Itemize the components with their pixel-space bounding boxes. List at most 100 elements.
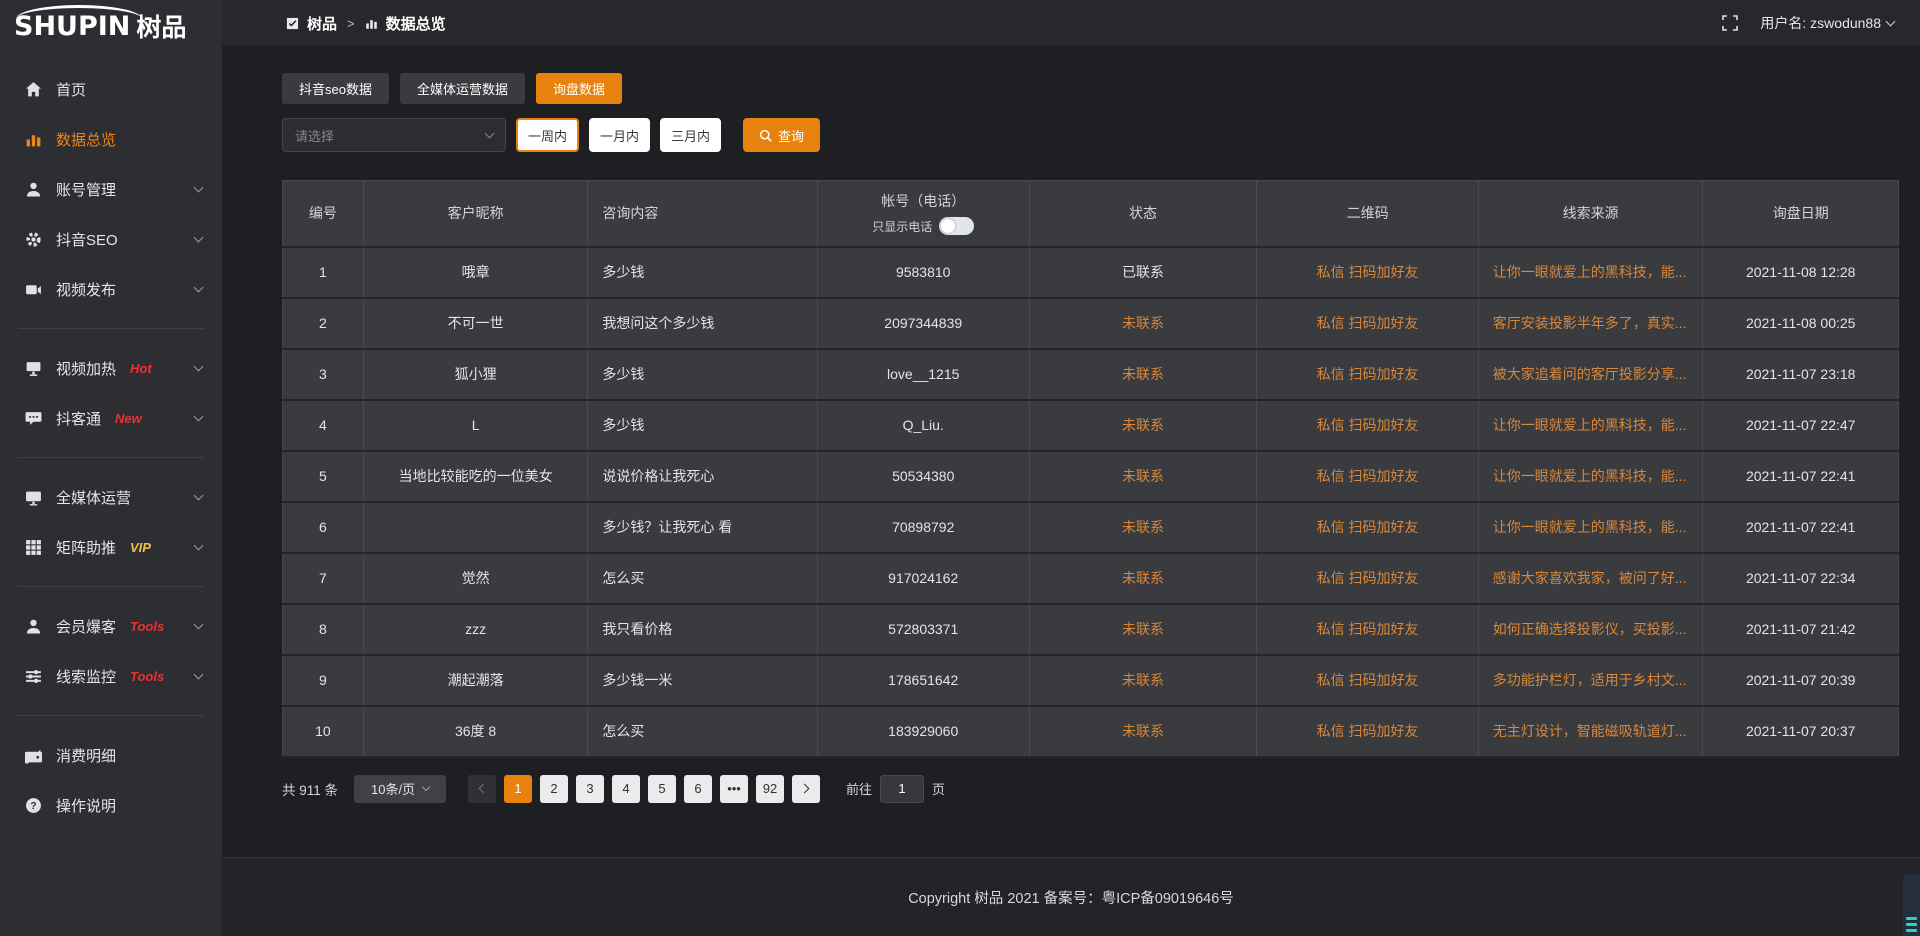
sidebar-item-label: 抖客通 [56, 408, 101, 429]
cell-source-link[interactable]: 让你一眼就爱上的黑科技，能... [1478, 247, 1703, 298]
cell-qrcode-links[interactable]: 私信 扫码加好友 [1257, 451, 1478, 502]
cell-date: 2021-11-07 20:37 [1703, 706, 1899, 757]
cell-content: 说说价格让我死心 [588, 451, 817, 502]
sidebar-item-label: 矩阵助推 [56, 537, 116, 558]
cell-account: 178651642 [817, 655, 1029, 706]
sidebar-item-label: 全媒体运营 [56, 487, 131, 508]
cell-date: 2021-11-07 20:39 [1703, 655, 1899, 706]
table-row: 4 L 多少钱 Q_Liu. 未联系 私信 扫码加好友 让你一眼就爱上的黑科技，… [283, 400, 1899, 451]
page-ellipsis[interactable]: ••• [720, 775, 748, 803]
cell-id: 3 [283, 349, 364, 400]
table-row: 2 不可一世 我想问这个多少钱 2097344839 未联系 私信 扫码加好友 … [283, 298, 1899, 349]
cell-qrcode-links[interactable]: 私信 扫码加好友 [1257, 502, 1478, 553]
cell-qrcode-links[interactable]: 私信 扫码加好友 [1257, 349, 1478, 400]
page-button-6[interactable]: 6 [684, 775, 712, 803]
sidebar-item-label: 线索监控 [56, 666, 116, 687]
period-week-button[interactable]: 一周内 [516, 118, 579, 152]
cell-source-link[interactable]: 让你一眼就爱上的黑科技，能... [1478, 451, 1703, 502]
page-button-3[interactable]: 3 [576, 775, 604, 803]
col-header-source: 线索来源 [1478, 181, 1703, 247]
tab-douyin-seo-data[interactable]: 抖音seo数据 [282, 73, 389, 104]
col-header-qrcode: 二维码 [1257, 181, 1478, 247]
sidebar-item-matrix-boost[interactable]: 矩阵助推 VIP [0, 522, 222, 572]
breadcrumb-root[interactable]: 树品 [307, 13, 337, 34]
breadcrumb-root-icon [286, 17, 299, 30]
chevron-down-icon [194, 233, 204, 243]
prev-page-button[interactable] [468, 775, 496, 803]
period-month-button[interactable]: 一月内 [589, 118, 650, 152]
tab-inquiry-data[interactable]: 询盘数据 [536, 73, 622, 104]
phone-only-toggle[interactable] [939, 217, 974, 235]
cell-date: 2021-11-07 22:34 [1703, 553, 1899, 604]
user-menu[interactable]: 用户名: zswodun88 [1760, 13, 1894, 33]
query-button[interactable]: 查询 [743, 118, 820, 152]
table-row: 5 当地比较能吃的一位美女 说说价格让我死心 50534380 未联系 私信 扫… [283, 451, 1899, 502]
username-label: 用户名: zswodun88 [1760, 13, 1881, 33]
cell-qrcode-links[interactable]: 私信 扫码加好友 [1257, 604, 1478, 655]
chat-bubble-icon [24, 409, 42, 427]
sidebar-item-video-heat[interactable]: 视频加热 Hot [0, 343, 222, 393]
sidebar-item-label: 消费明细 [56, 745, 116, 766]
sidebar-item-home[interactable]: 首页 [0, 64, 222, 114]
page-button-1[interactable]: 1 [504, 775, 532, 803]
cell-qrcode-links[interactable]: 私信 扫码加好友 [1257, 553, 1478, 604]
table-row: 7 觉然 怎么买 917024162 未联系 私信 扫码加好友 感谢大家喜欢我家… [283, 553, 1899, 604]
footer: Copyright 树品 2021 备案号：粤ICP备09019646号 [222, 857, 1920, 936]
cell-source-link[interactable]: 让你一眼就爱上的黑科技，能... [1478, 400, 1703, 451]
sidebar-item-lead-monitor[interactable]: 线索监控 Tools [0, 651, 222, 701]
svg-text:?: ? [30, 801, 36, 812]
cell-source-link[interactable]: 被大家追着问的客厅投影分享... [1478, 349, 1703, 400]
chevron-down-icon [422, 783, 430, 791]
filter-select[interactable]: 请选择 [282, 118, 506, 152]
chevron-left-icon [479, 784, 489, 794]
page-size-select[interactable]: 10条/页 [354, 775, 446, 803]
page-button-last[interactable]: 92 [756, 775, 784, 803]
next-page-button[interactable] [792, 775, 820, 803]
cell-qrcode-links[interactable]: 私信 扫码加好友 [1257, 706, 1478, 757]
tab-omnimedia-data[interactable]: 全媒体运营数据 [400, 73, 525, 104]
page-button-2[interactable]: 2 [540, 775, 568, 803]
cell-source-link[interactable]: 感谢大家喜欢我家，被问了好... [1478, 553, 1703, 604]
cell-source-link[interactable]: 如何正确选择投影仪，买投影... [1478, 604, 1703, 655]
corner-widget[interactable] [1903, 874, 1920, 936]
cell-qrcode-links[interactable]: 私信 扫码加好友 [1257, 400, 1478, 451]
sidebar-item-account-management[interactable]: 账号管理 [0, 164, 222, 214]
sidebar-divider [18, 586, 204, 587]
sidebar-item-member-burst[interactable]: 会员爆客 Tools [0, 601, 222, 651]
sidebar-item-video-publish[interactable]: 视频发布 [0, 264, 222, 314]
cell-content: 多少钱 [588, 349, 817, 400]
cell-qrcode-links[interactable]: 私信 扫码加好友 [1257, 655, 1478, 706]
wallet-icon [24, 746, 42, 764]
sidebar-item-omnimedia[interactable]: 全媒体运营 [0, 472, 222, 522]
sidebar-item-doukestong[interactable]: 抖客通 New [0, 393, 222, 443]
goto-page-input[interactable] [880, 775, 924, 803]
fullscreen-icon[interactable] [1722, 15, 1738, 31]
cell-source-link[interactable]: 无主灯设计，智能磁吸轨道灯... [1478, 706, 1703, 757]
cell-id: 6 [283, 502, 364, 553]
cell-source-link[interactable]: 多功能护栏灯，适用于乡村文... [1478, 655, 1703, 706]
cell-nickname [363, 502, 588, 553]
bar-chart-icon [24, 130, 42, 148]
sidebar-item-consumption-detail[interactable]: 消费明细 [0, 730, 222, 780]
cell-qrcode-links[interactable]: 私信 扫码加好友 [1257, 247, 1478, 298]
col-header-content: 咨询内容 [588, 181, 817, 247]
table-row: 10 36度 8 怎么买 183929060 未联系 私信 扫码加好友 无主灯设… [283, 706, 1899, 757]
cell-nickname: 不可一世 [363, 298, 588, 349]
app-root: SHUPIN 树品 首页 数据总览 账号管理 [0, 0, 1920, 936]
sidebar-item-data-overview[interactable]: 数据总览 [0, 114, 222, 164]
cell-id: 1 [283, 247, 364, 298]
cell-account: 183929060 [817, 706, 1029, 757]
cell-qrcode-links[interactable]: 私信 扫码加好友 [1257, 298, 1478, 349]
cell-source-link[interactable]: 客厅安装投影半年多了，真实... [1478, 298, 1703, 349]
period-quarter-button[interactable]: 三月内 [660, 118, 721, 152]
page-button-4[interactable]: 4 [612, 775, 640, 803]
sidebar-item-douyin-seo[interactable]: 抖音SEO [0, 214, 222, 264]
table-row: 8 zzz 我只看价格 572803371 未联系 私信 扫码加好友 如何正确选… [283, 604, 1899, 655]
cell-source-link[interactable]: 让你一眼就爱上的黑科技，能... [1478, 502, 1703, 553]
cell-account: 917024162 [817, 553, 1029, 604]
table-row: 1 哦章 多少钱 9583810 已联系 私信 扫码加好友 让你一眼就爱上的黑科… [283, 247, 1899, 298]
sidebar-item-instructions[interactable]: ? 操作说明 [0, 780, 222, 830]
page-button-5[interactable]: 5 [648, 775, 676, 803]
app-logo[interactable]: SHUPIN 树品 [0, 0, 222, 52]
sidebar-item-label: 首页 [56, 79, 86, 100]
